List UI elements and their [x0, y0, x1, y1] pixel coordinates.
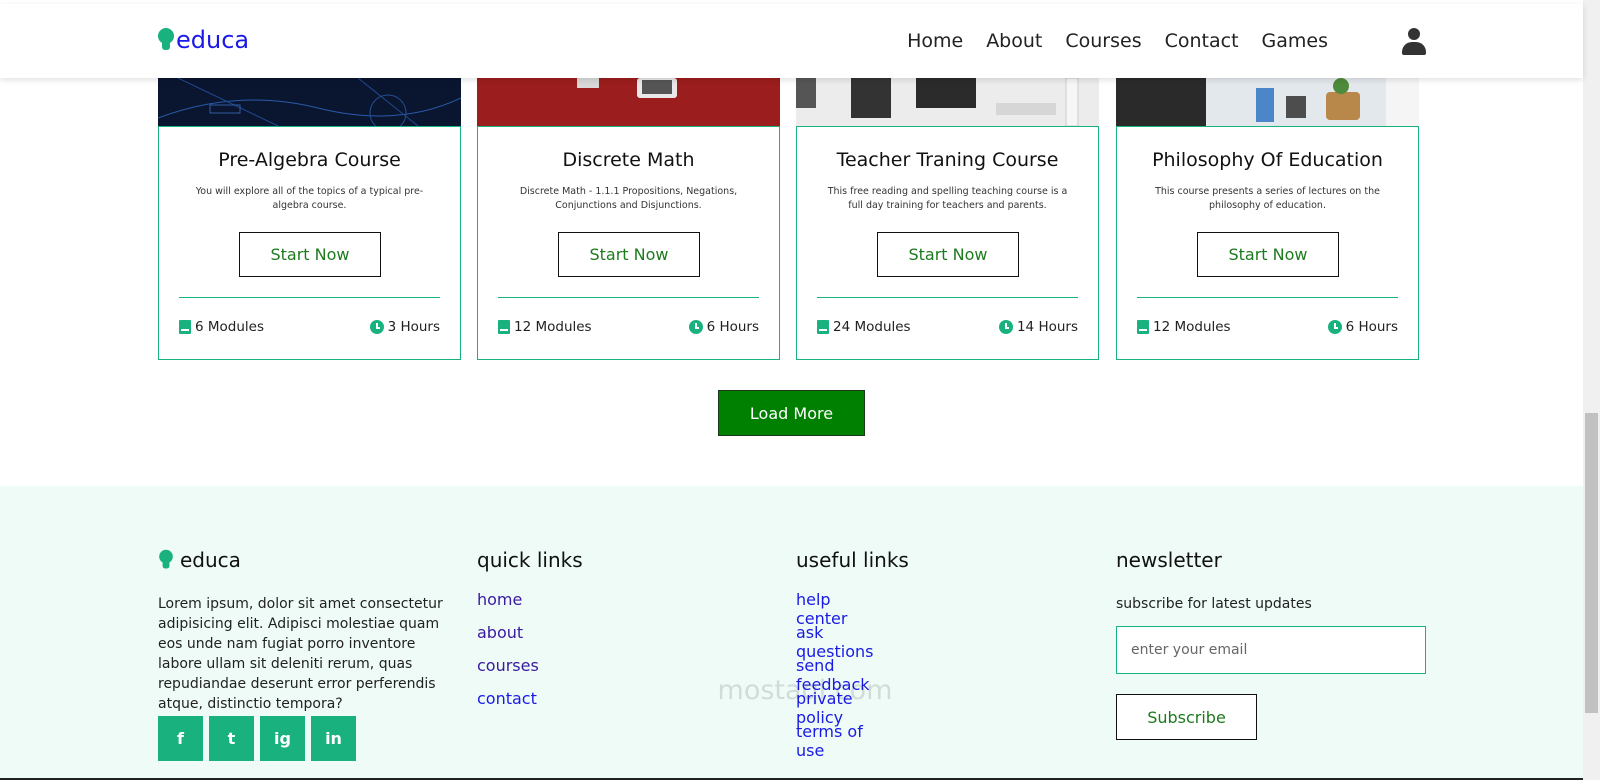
course-modules: 24 Modules — [833, 319, 911, 335]
social-links: f t ig in — [158, 716, 356, 761]
footer-link-about[interactable]: about — [477, 623, 539, 656]
start-now-button[interactable]: Start Now — [877, 232, 1019, 277]
course-hours: 3 Hours — [387, 319, 440, 335]
logo[interactable]: educa — [158, 26, 249, 54]
course-card-philosophy: Philosophy Of Education This course pres… — [1116, 126, 1419, 360]
footer-link-terms[interactable]: terms of use — [796, 722, 873, 760]
nav-about[interactable]: About — [986, 30, 1042, 52]
course-card-teacher-training: Teacher Traning Course This free reading… — [796, 126, 1099, 360]
course-modules: 12 Modules — [1153, 319, 1231, 335]
course-description: Discrete Math - 1.1.1 Propositions, Nega… — [519, 186, 738, 211]
user-icon[interactable] — [1402, 28, 1426, 56]
load-more-button[interactable]: Load More — [718, 390, 865, 436]
card-image-teacher-training — [796, 78, 1099, 126]
clock-icon — [998, 320, 1013, 334]
logo-text: educa — [176, 26, 250, 54]
quick-links-heading: quick links — [477, 548, 583, 572]
watermark: mostaql.com — [717, 675, 893, 706]
email-input[interactable] — [1116, 626, 1426, 674]
nav-contact[interactable]: Contact — [1165, 30, 1239, 52]
course-modules: 6 Modules — [195, 319, 265, 335]
course-card-discrete-math: Discrete Math Discrete Math - 1.1.1 Prop… — [477, 126, 780, 360]
book-icon — [498, 320, 510, 334]
card-divider — [179, 297, 440, 298]
footer-link-contact[interactable]: contact — [477, 689, 539, 722]
site-header: educa Home About Courses Contact Games — [0, 4, 1583, 78]
card-divider — [817, 297, 1078, 298]
clock-icon — [1327, 320, 1342, 334]
useful-links-list: help center ask questions send feedback … — [796, 590, 873, 760]
instagram-icon[interactable]: ig — [260, 716, 305, 761]
scrollbar-thumb[interactable] — [1585, 413, 1598, 713]
course-meta: 24 Modules 14 Hours — [817, 319, 1078, 335]
course-description: You will explore all of the topics of a … — [195, 186, 424, 211]
card-image-discrete-math — [477, 78, 780, 126]
card-image-pre-algebra — [158, 78, 461, 126]
course-title: Philosophy Of Education — [1152, 149, 1383, 171]
twitter-icon[interactable]: t — [209, 716, 254, 761]
book-icon — [817, 320, 829, 334]
card-divider — [1137, 297, 1398, 298]
footer-brand: educa — [158, 548, 241, 572]
course-title: Discrete Math — [562, 149, 695, 171]
nav-games[interactable]: Games — [1262, 30, 1328, 52]
footer-description: Lorem ipsum, dolor sit amet consectetur … — [158, 596, 443, 712]
course-modules: 12 Modules — [514, 319, 592, 335]
lightbulb-icon — [158, 28, 174, 52]
course-hours: 14 Hours — [1016, 319, 1078, 335]
course-card-pre-algebra: Pre-Algebra Course You will explore all … — [158, 126, 461, 360]
lightbulb-icon — [159, 549, 173, 570]
start-now-button[interactable]: Start Now — [558, 232, 700, 277]
book-icon — [1137, 320, 1149, 334]
course-description: This free reading and spelling teaching … — [827, 186, 1068, 211]
clock-icon — [688, 320, 703, 334]
site-footer: educa Lorem ipsum, dolor sit amet consec… — [0, 486, 1583, 780]
course-description: This course presents a series of lecture… — [1155, 186, 1380, 211]
facebook-icon[interactable]: f — [158, 716, 203, 761]
useful-links-heading: useful links — [796, 548, 909, 572]
footer-link-home[interactable]: home — [477, 590, 539, 623]
footer-brand-text: educa — [180, 548, 241, 572]
newsletter-subtitle: subscribe for latest updates — [1116, 596, 1312, 612]
footer-link-help-center[interactable]: help center — [796, 590, 873, 628]
start-now-button[interactable]: Start Now — [1197, 232, 1339, 277]
course-meta: 12 Modules 6 Hours — [498, 319, 759, 335]
book-icon — [179, 320, 191, 334]
card-image-philosophy — [1116, 78, 1419, 126]
nav-courses[interactable]: Courses — [1065, 30, 1141, 52]
footer-link-courses[interactable]: courses — [477, 656, 539, 689]
clock-icon — [369, 320, 384, 334]
course-meta: 6 Modules 3 Hours — [179, 319, 440, 335]
course-title: Pre-Algebra Course — [218, 149, 401, 171]
page-scrollbar[interactable] — [1583, 0, 1600, 780]
start-now-button[interactable]: Start Now — [239, 232, 381, 277]
course-title: Teacher Traning Course — [836, 149, 1059, 171]
main-nav: Home About Courses Contact Games — [907, 30, 1328, 52]
quick-links-list: home about courses contact — [477, 590, 539, 722]
card-divider — [498, 297, 759, 298]
subscribe-button[interactable]: Subscribe — [1116, 694, 1257, 740]
course-hours: 6 Hours — [1345, 319, 1398, 335]
course-meta: 12 Modules 6 Hours — [1137, 319, 1398, 335]
linkedin-icon[interactable]: in — [311, 716, 356, 761]
nav-home[interactable]: Home — [907, 30, 963, 52]
course-hours: 6 Hours — [706, 319, 759, 335]
newsletter-heading: newsletter — [1116, 548, 1222, 572]
